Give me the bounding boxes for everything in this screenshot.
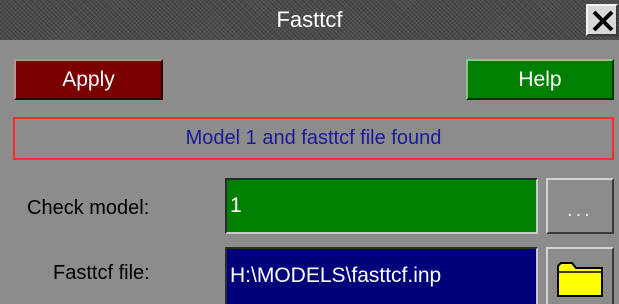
check-model-label: Check model:	[27, 197, 150, 219]
fasttcf-file-browse-button[interactable]	[546, 247, 614, 304]
close-icon	[592, 10, 614, 32]
apply-button[interactable]: Apply	[14, 59, 163, 100]
fasttcf-file-field[interactable]: H:\MODELS\fasttcf.inp	[225, 247, 538, 304]
status-message: Model 1 and fasttcf file found	[13, 117, 614, 160]
window-title: Fasttcf	[276, 7, 343, 32]
help-button[interactable]: Help	[466, 59, 614, 100]
check-model-browse-button[interactable]: ...	[546, 178, 614, 234]
title-bar[interactable]: Fasttcf	[0, 0, 619, 40]
fasttcf-file-label: Fasttcf file:	[53, 262, 150, 284]
close-button[interactable]	[586, 4, 618, 36]
check-model-field[interactable]: 1	[225, 178, 538, 234]
fasttcf-dialog: Fasttcf Apply Help Model 1 and fasttcf f…	[0, 0, 619, 304]
folder-icon	[557, 262, 603, 297]
